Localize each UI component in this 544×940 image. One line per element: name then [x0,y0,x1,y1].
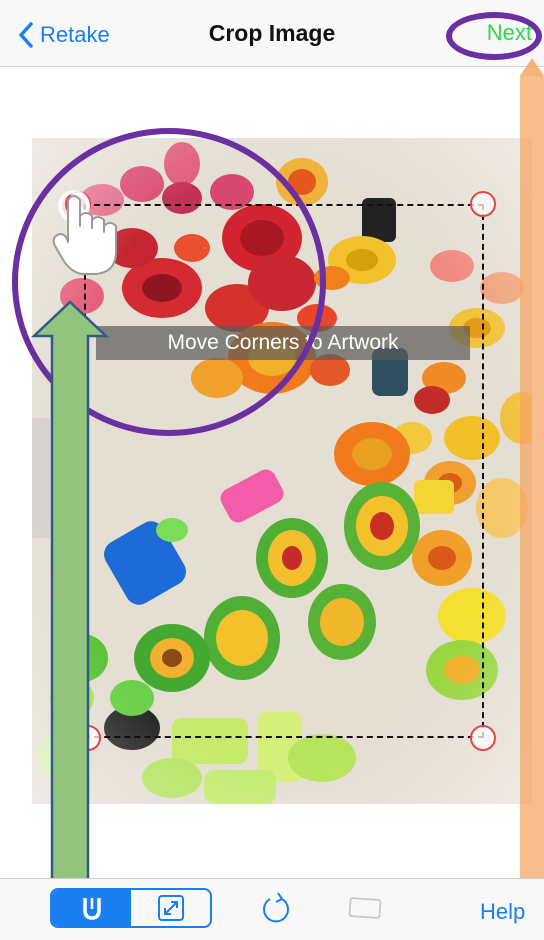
expand-mode-button[interactable] [131,890,210,926]
navigation-bar: Retake Crop Image Next [0,0,544,67]
crop-handle-top-right[interactable] [470,191,496,217]
mode-segmented-control [50,888,212,928]
rectangle-icon [348,897,382,919]
magnet-icon [82,898,101,920]
next-button[interactable]: Next [487,20,532,46]
adjust-mode-button[interactable] [52,890,131,926]
bottom-toolbar: Help [0,878,544,940]
move-corners-hint: Move Corners to Artwork [96,326,470,360]
rotate-button[interactable] [260,891,292,930]
help-button[interactable]: Help [480,899,525,925]
crop-handle-bottom-left[interactable] [75,725,101,751]
page-title: Crop Image [208,20,336,46]
rotate-icon [263,892,289,923]
expand-icon [157,895,184,921]
crop-handle-bottom-right[interactable] [470,725,496,751]
tap-hand-icon [52,190,117,275]
aspect-ratio-button[interactable] [348,897,382,924]
